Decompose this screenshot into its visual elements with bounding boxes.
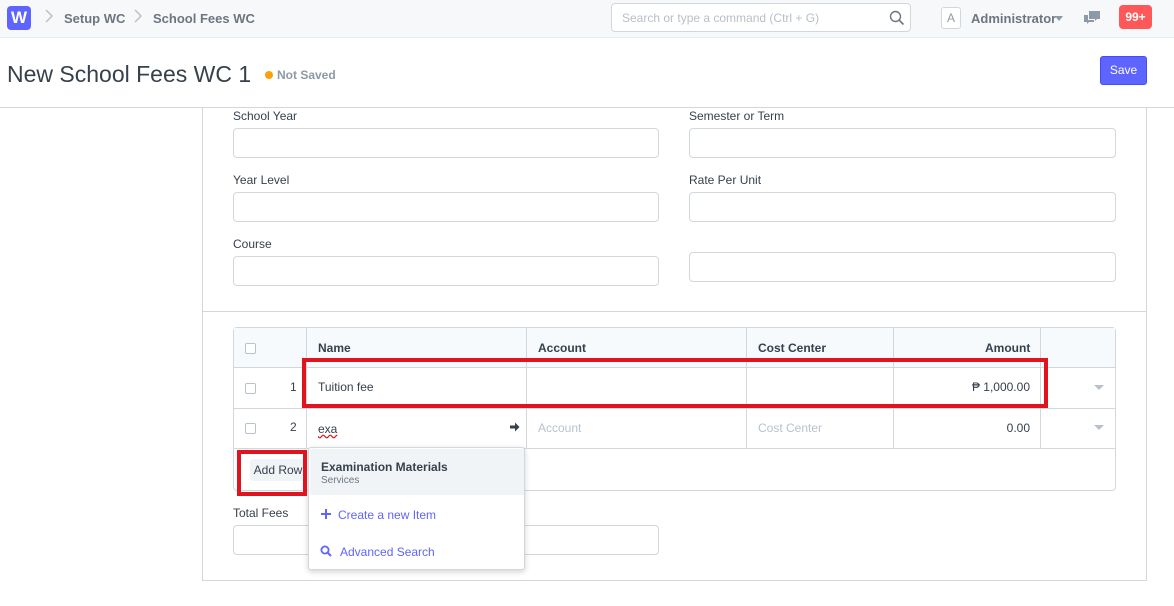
row-divider [234,408,1115,409]
course-label: Course [233,237,272,251]
status-badge: Not Saved [277,68,336,82]
chat-icon[interactable] [1083,10,1101,26]
section-divider [202,311,1147,312]
highlight-box-add-row [237,450,307,496]
row-checkbox[interactable] [245,383,256,394]
column-header-amount: Amount [985,341,1031,355]
total-fees-label: Total Fees [233,506,289,520]
row-edit-caret-icon[interactable] [1094,385,1104,390]
page-title: New School Fees WC 1 [7,61,252,87]
semester-field[interactable] [689,128,1116,158]
app-logo[interactable]: W [7,6,31,30]
search-bar [611,3,911,32]
caret-down-icon[interactable] [1055,16,1063,21]
course-field[interactable] [233,256,659,286]
select-all-checkbox[interactable] [245,343,256,354]
advanced-search-link[interactable]: Advanced Search [340,545,435,559]
unlabeled-field[interactable] [689,252,1116,282]
save-button[interactable]: Save [1100,56,1147,85]
row-amount-cell[interactable]: 0.00 [1007,421,1030,435]
school-year-field[interactable] [233,128,659,158]
plus-icon [321,509,331,519]
breadcrumb-school-fees-wc[interactable]: School Fees WC [153,11,255,26]
search-icon [320,545,332,557]
semester-label: Semester or Term [689,109,785,123]
column-header-cost-center: Cost Center [758,341,827,355]
chevron-right-icon [134,9,143,23]
school-year-label: School Year [233,109,298,123]
awesomplete-dropdown: Examination Materials Services Create a … [308,447,525,570]
row-account-input[interactable]: Account [538,421,581,435]
navbar: W Setup WC School Fees WC A Administrato… [0,0,1174,38]
breadcrumb-setup-wc[interactable]: Setup WC [64,11,125,26]
search-input[interactable] [612,4,877,31]
column-header-account: Account [538,341,586,355]
dropdown-item-subtitle: Services [321,475,360,486]
rate-per-unit-field[interactable] [689,192,1116,222]
chevron-right-icon [45,9,54,23]
arrow-right-icon[interactable] [510,422,520,432]
avatar[interactable]: A [941,7,961,29]
row-edit-caret-icon[interactable] [1094,425,1104,430]
row-index: 2 [290,420,297,434]
year-level-label: Year Level [233,173,290,187]
search-icon[interactable] [889,10,905,26]
dropdown-item-examination-materials[interactable]: Examination Materials Services [310,449,524,495]
status-indicator-dot [265,71,273,79]
rate-per-unit-label: Rate Per Unit [689,173,762,187]
row-checkbox[interactable] [245,423,256,434]
year-level-field[interactable] [233,192,659,222]
notification-badge[interactable]: 99+ [1119,5,1152,29]
dropdown-item-title: Examination Materials [321,460,448,474]
row-cost-center-input[interactable]: Cost Center [758,421,822,435]
row-name-input[interactable]: exa [318,422,337,436]
create-new-item-link[interactable]: Create a new Item [338,508,436,522]
column-header-name: Name [318,341,351,355]
user-menu[interactable]: Administrator [971,11,1056,26]
highlight-box-row-1 [302,358,1048,408]
row-index: 1 [290,380,297,394]
